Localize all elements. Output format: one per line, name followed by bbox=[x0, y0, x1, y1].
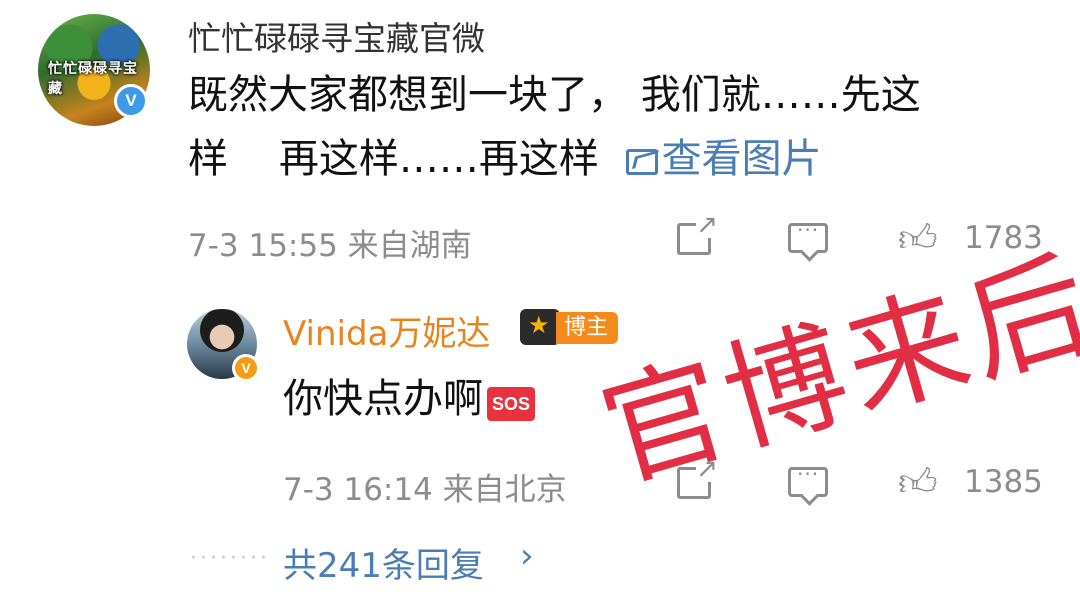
more-replies-link[interactable]: 共241条回复 bbox=[283, 538, 484, 587]
comment-icon[interactable] bbox=[788, 462, 828, 497]
reply-time-location: 7-3 16:14 来自北京 bbox=[283, 472, 567, 508]
reply-text-container: 你快点办啊 SOS bbox=[283, 370, 536, 428]
reply-like-count: 1385 bbox=[964, 464, 1043, 500]
picture-icon bbox=[625, 149, 658, 175]
share-icon[interactable] bbox=[677, 210, 718, 255]
reply-text: 你快点办啊 bbox=[283, 376, 483, 422]
reply-author[interactable]: Vinida万妮达 bbox=[283, 306, 490, 355]
more-dots-divider: ········ bbox=[190, 546, 270, 571]
verified-badge-icon: V bbox=[232, 354, 260, 382]
crown-icon bbox=[520, 309, 560, 345]
verified-badge-icon: V bbox=[114, 84, 148, 118]
like-icon[interactable]: 👍︎ bbox=[898, 462, 938, 502]
main-comment-text-line1: 既然大家都想到一块了， 我们就……先这 bbox=[188, 72, 921, 118]
main-comment-time-location: 7-3 15:55 来自湖南 bbox=[188, 228, 472, 264]
chevron-right-icon[interactable]: › bbox=[520, 536, 534, 576]
main-comment-text-line2-container: 样 再这样……再这样 查看图片 bbox=[188, 130, 822, 188]
view-picture-link[interactable]: 查看图片 bbox=[612, 136, 822, 182]
comment-icon[interactable] bbox=[788, 218, 828, 253]
main-comment-author[interactable]: 忙忙碌碌寻宝藏官微 bbox=[188, 12, 485, 60]
view-picture-label: 查看图片 bbox=[661, 136, 822, 182]
sos-emoji-icon: SOS bbox=[487, 387, 536, 421]
main-comment-text-line2: 样 再这样……再这样 bbox=[188, 136, 612, 182]
